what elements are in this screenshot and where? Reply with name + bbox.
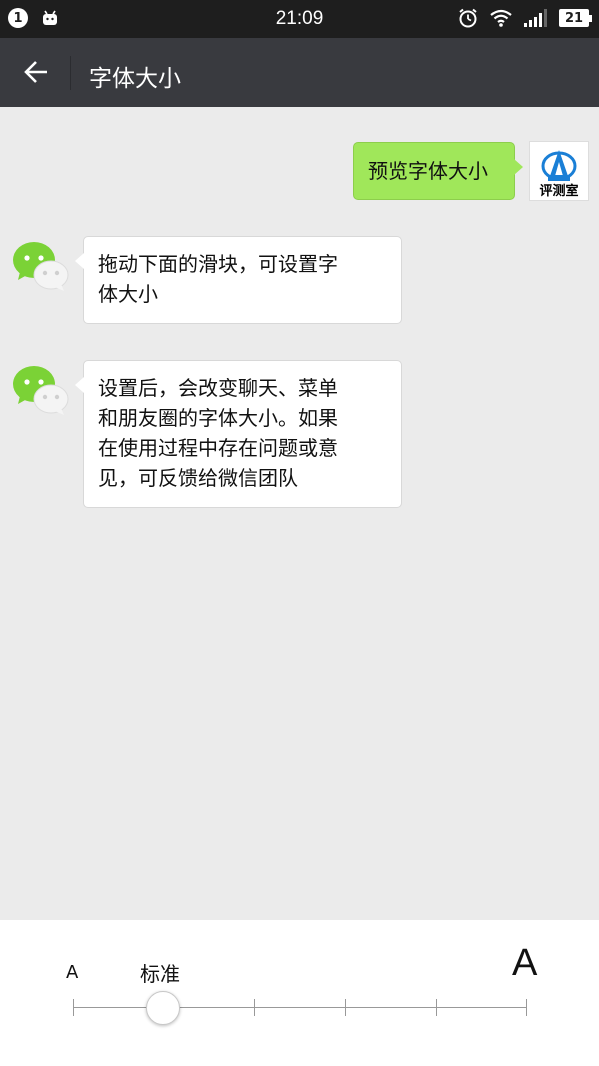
wifi-icon (490, 9, 512, 27)
wechat-avatar[interactable] (10, 360, 70, 420)
message-line: 体大小 (98, 282, 158, 306)
message-line: 见，可反馈给微信团队 (98, 466, 298, 490)
arrow-left-icon (24, 61, 47, 83)
status-right: 21 (457, 7, 592, 29)
status-bar: 1 21:09 21 (0, 0, 599, 38)
slider-tick[interactable] (254, 999, 255, 1016)
signal-icon (524, 9, 547, 27)
back-button[interactable] (14, 52, 58, 92)
title-bar: 字体大小 (0, 38, 599, 107)
message-line: 和朋友圈的字体大小。如果 (98, 406, 338, 430)
message-line: 设置后，会改变聊天、菜单 (98, 376, 338, 400)
slider-track[interactable] (73, 1007, 527, 1008)
large-font-label: A (512, 942, 538, 984)
page-title: 字体大小 (89, 66, 181, 92)
slider-tick[interactable] (436, 999, 437, 1016)
message-line: 拖动下面的滑块，可设置字 (98, 252, 338, 276)
title-divider (70, 56, 71, 90)
incoming-message-bubble[interactable]: 设置后，会改变聊天、菜单 和朋友圈的字体大小。如果 在使用过程中存在问题或意 见… (75, 360, 402, 508)
slider-tick[interactable] (73, 999, 74, 1016)
message-text: 预览字体大小 (368, 159, 488, 183)
slider-tick[interactable] (526, 999, 527, 1016)
battery-icon: 21 (559, 9, 592, 27)
wechat-avatar[interactable] (10, 236, 70, 296)
incoming-message-bubble[interactable]: 拖动下面的滑块，可设置字 体大小 (75, 236, 402, 324)
slider-thumb[interactable] (146, 991, 180, 1025)
current-size-label: 标准 (140, 962, 180, 986)
font-size-panel: A 标准 A (0, 920, 599, 1066)
app-avatar-text: 评测室 (539, 184, 579, 199)
message-line: 在使用过程中存在问题或意 (98, 436, 338, 460)
app-review-avatar[interactable]: 评测室 (529, 141, 589, 201)
alarm-icon (459, 8, 477, 28)
small-font-label: A (66, 962, 79, 983)
slider-tick[interactable] (345, 999, 346, 1016)
outgoing-message-bubble[interactable]: 预览字体大小 (353, 142, 523, 200)
